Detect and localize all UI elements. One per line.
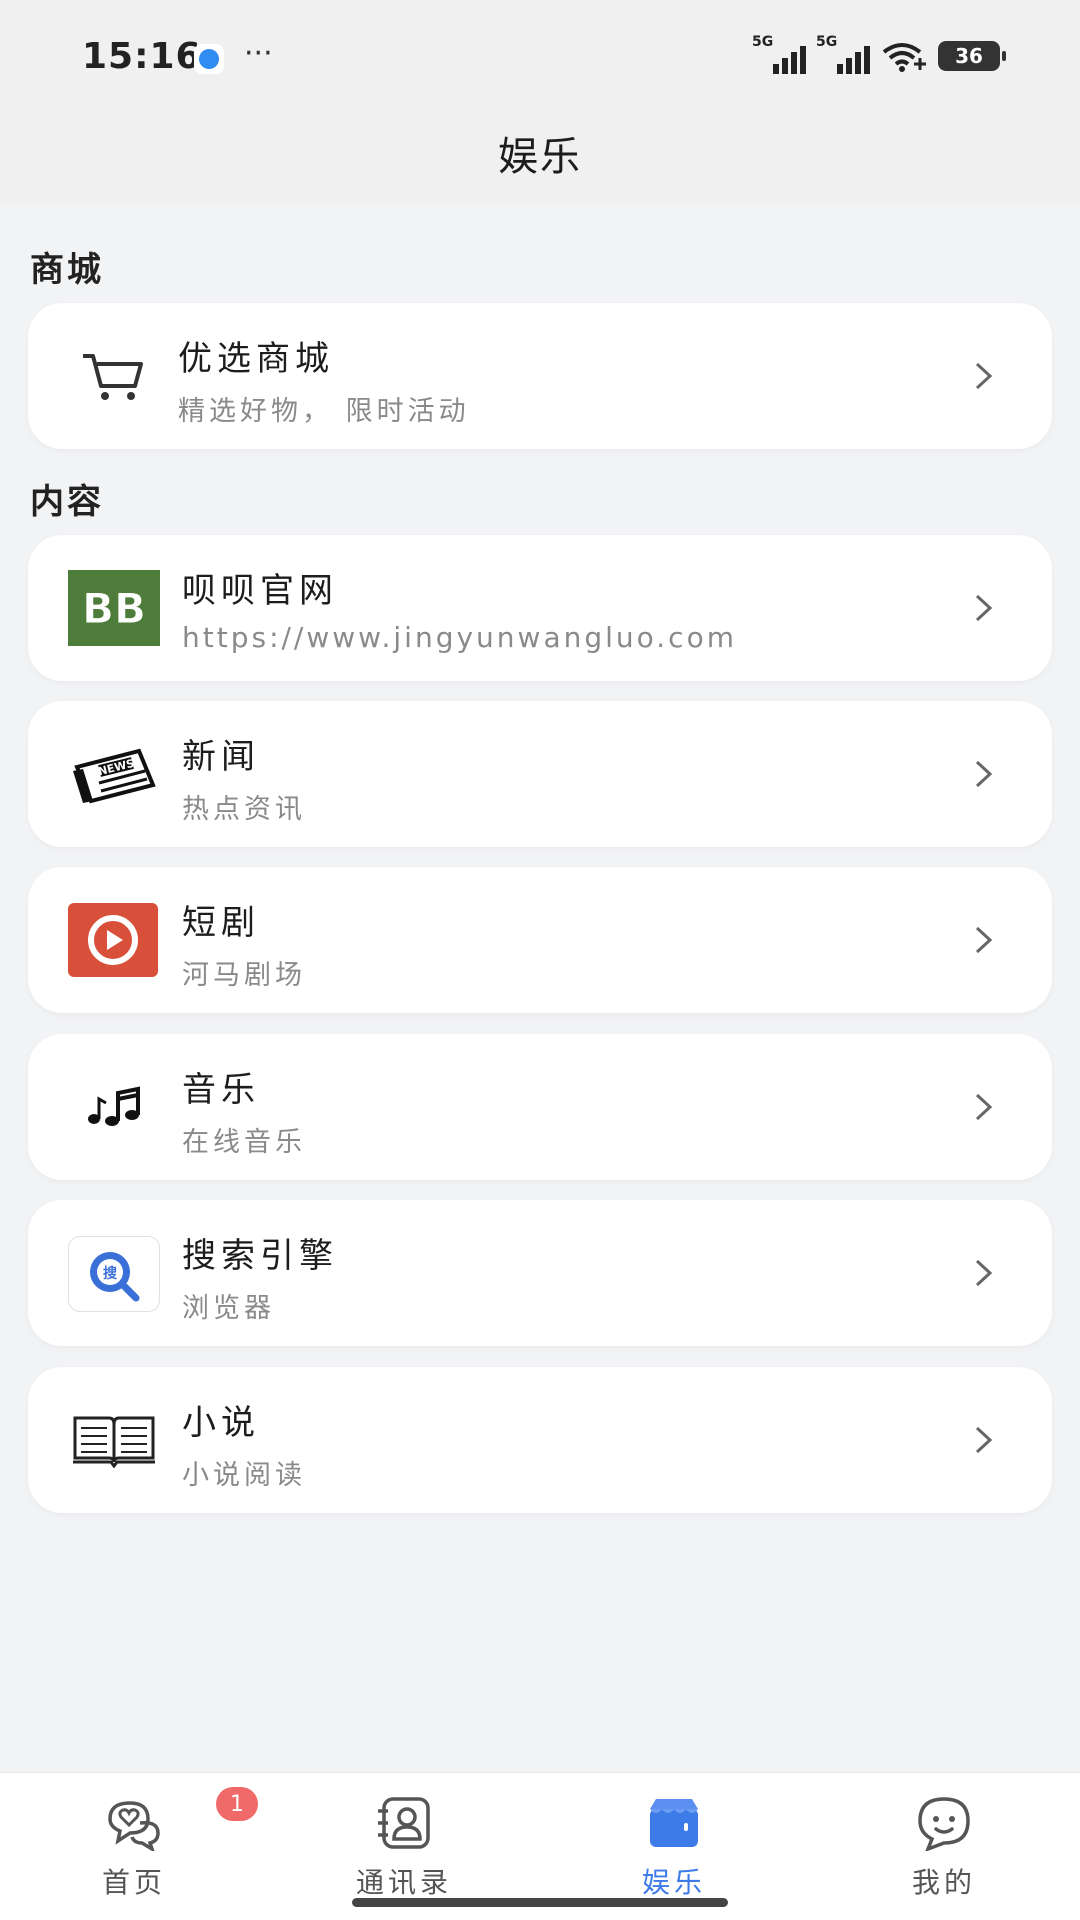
item-title: 新闻 — [182, 737, 260, 777]
book-icon — [68, 1400, 160, 1480]
list-item-news[interactable]: NEWS 新闻 热点资讯 — [28, 701, 1052, 847]
item-title: 小说 — [182, 1403, 260, 1443]
nav-item-entertainment[interactable]: 娱乐 — [584, 1783, 764, 1899]
cart-icon — [68, 336, 160, 416]
svg-text:搜: 搜 — [103, 1265, 118, 1282]
browser-app-icon — [194, 44, 224, 74]
search-engine-icon: 搜 — [68, 1236, 160, 1312]
nav-item-contacts[interactable]: 通讯录 — [314, 1783, 494, 1899]
video-play-icon — [68, 903, 158, 977]
signal-5g-icon: 5G — [816, 34, 870, 74]
item-subtitle: https://www.jingyunwangluo.com — [182, 621, 737, 654]
item-title: 优选商城 — [178, 339, 334, 379]
item-subtitle: 精选好物， 限时活动 — [178, 396, 470, 427]
store-icon — [650, 1799, 698, 1847]
chevron-right-icon — [975, 1093, 993, 1121]
chevron-right-icon — [975, 926, 993, 954]
status-indicators: 5G 5G 36 — [752, 34, 1006, 74]
item-subtitle: 河马剧场 — [182, 960, 306, 991]
nav-label: 通讯录 — [355, 1866, 452, 1899]
chat-heart-icon — [108, 1801, 160, 1851]
chevron-right-icon — [975, 362, 993, 390]
item-subtitle: 小说阅读 — [182, 1460, 306, 1491]
chevron-right-icon — [975, 760, 993, 788]
list-item-mall[interactable]: 优选商城 精选好物， 限时活动 — [28, 303, 1052, 449]
item-subtitle: 在线音乐 — [182, 1127, 306, 1158]
section-label-content: 内容 — [30, 482, 104, 522]
app-screen: 15:16 ··· 5G 5G 36 娱乐 商城 优选商城 精选好物， 限时活动… — [0, 0, 1080, 1920]
nav-label: 娱乐 — [641, 1866, 706, 1899]
svg-text:BB: BB — [82, 584, 146, 633]
nav-label: 我的 — [911, 1866, 976, 1899]
page-title: 娱乐 — [498, 133, 582, 180]
newspaper-icon: NEWS — [68, 734, 160, 814]
list-item-music[interactable]: 音乐 在线音乐 — [28, 1034, 1052, 1180]
item-subtitle: 浏览器 — [182, 1293, 275, 1324]
battery-icon: 36 — [938, 41, 1006, 71]
nav-label: 首页 — [101, 1866, 166, 1899]
item-title: 短剧 — [182, 903, 260, 943]
item-title: 呗呗官网 — [182, 571, 338, 611]
chevron-right-icon — [975, 594, 993, 622]
contacts-icon — [378, 1797, 430, 1849]
status-bar: 15:16 ··· 5G 5G 36 — [0, 0, 1080, 100]
signal-label: 5G — [752, 34, 774, 50]
music-notes-icon — [68, 1067, 160, 1147]
status-more-icon: ··· — [244, 36, 273, 71]
item-subtitle: 热点资讯 — [182, 794, 306, 825]
list-item-novel[interactable]: 小说 小说阅读 — [28, 1367, 1052, 1513]
wifi-icon — [882, 43, 926, 72]
section-label-mall: 商城 — [30, 250, 104, 290]
chevron-right-icon — [975, 1259, 993, 1287]
list-item-search-engine[interactable]: 搜 搜索引擎 浏览器 — [28, 1200, 1052, 1346]
list-item-short-drama[interactable]: 短剧 河马剧场 — [28, 867, 1052, 1013]
chevron-right-icon — [975, 1426, 993, 1454]
signal-label: 5G — [816, 34, 838, 50]
home-indicator — [352, 1898, 728, 1907]
item-title: 搜索引擎 — [182, 1236, 338, 1276]
signal-5g-icon: 5G — [752, 34, 806, 74]
nav-item-home[interactable]: 1 首页 — [44, 1783, 258, 1899]
list-item-beibei-website[interactable]: BB 呗呗官网 https://www.jingyunwangluo.com — [28, 535, 1052, 681]
beibei-logo-icon: BB — [68, 570, 160, 646]
smile-bubble-icon — [918, 1797, 970, 1851]
item-title: 音乐 — [182, 1070, 260, 1110]
unread-badge: 1 — [216, 1787, 258, 1821]
nav-item-mine[interactable]: 我的 — [854, 1783, 1034, 1899]
title-bar: 娱乐 — [0, 100, 1080, 205]
status-time: 15:16 — [82, 36, 202, 77]
